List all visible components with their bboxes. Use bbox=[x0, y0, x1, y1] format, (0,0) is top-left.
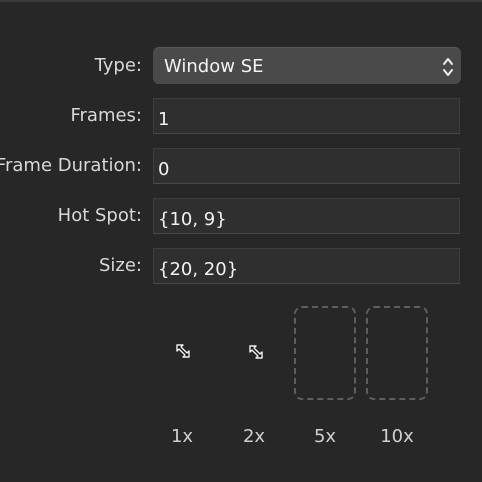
hot-spot-row: Hot Spot: {10, 9} bbox=[0, 197, 482, 235]
resize-se-cursor-icon bbox=[176, 344, 190, 358]
hot-spot-label: Hot Spot: bbox=[57, 205, 142, 226]
size-row: Size: {20, 20} bbox=[0, 247, 482, 285]
preview-slot-2x[interactable] bbox=[223, 306, 285, 400]
frames-label: Frames: bbox=[70, 105, 142, 126]
window-top-border bbox=[0, 0, 482, 2]
frame-duration-label: Frame Duration: bbox=[0, 155, 142, 176]
resize-se-cursor-icon bbox=[249, 345, 263, 359]
frame-duration-field[interactable]: 0 bbox=[153, 148, 460, 184]
preview-slot-1x[interactable] bbox=[151, 306, 213, 400]
type-select-value: Window SE bbox=[164, 56, 264, 77]
preview-slot-10x[interactable] bbox=[366, 306, 428, 400]
type-select[interactable]: Window SE bbox=[153, 47, 461, 84]
frames-row: Frames: 1 bbox=[0, 97, 482, 135]
updown-chevrons-icon bbox=[443, 58, 453, 76]
frames-field[interactable]: 1 bbox=[153, 98, 460, 134]
size-label: Size: bbox=[98, 255, 142, 276]
preview-slot-5x[interactable] bbox=[294, 306, 356, 400]
frame-duration-row: Frame Duration: 0 bbox=[0, 147, 482, 185]
scale-label-2x: 2x bbox=[242, 426, 266, 447]
hot-spot-field[interactable]: {10, 9} bbox=[153, 198, 460, 234]
scale-label-1x: 1x bbox=[170, 426, 194, 447]
size-field[interactable]: {20, 20} bbox=[153, 248, 460, 284]
scale-label-10x: 10x bbox=[380, 426, 414, 447]
scale-label-5x: 5x bbox=[313, 426, 337, 447]
type-row: Type: Window SE bbox=[0, 47, 482, 85]
type-label: Type: bbox=[94, 55, 142, 76]
